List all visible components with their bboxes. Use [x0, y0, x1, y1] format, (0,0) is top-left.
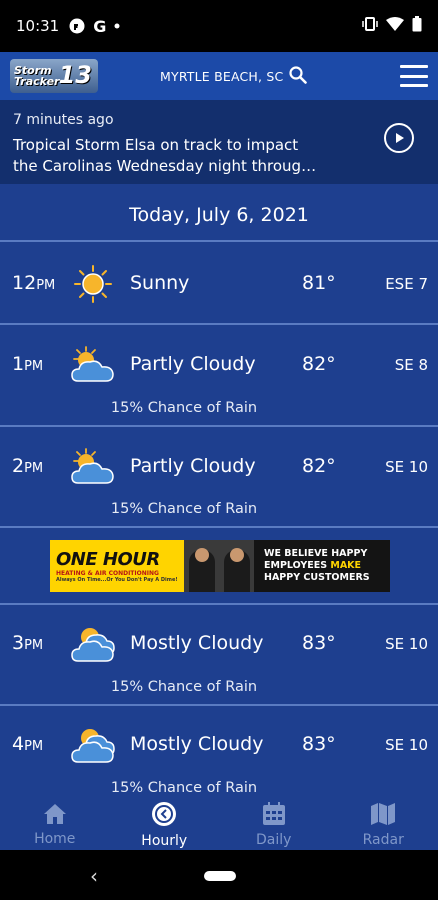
hourly-row[interactable]: 2PM Partly Cloudy 82° SE 10 15% Chance o… [0, 427, 438, 528]
hour-wind: ESE 7 [385, 275, 428, 293]
ad-message: WE BELIEVE HAPPY EMPLOYEES MAKE HAPPY CU… [254, 540, 390, 592]
partly-cloudy-icon [70, 447, 116, 487]
ad-line1: WE BELIEVE HAPPY [264, 548, 368, 559]
mostly-cloudy-icon [70, 724, 116, 764]
system-navigation-bar: ‹ [0, 850, 438, 900]
nav-hourly[interactable]: Hourly [110, 800, 220, 850]
nav-daily-label: Daily [256, 832, 292, 848]
back-chevron-icon[interactable]: ‹ [90, 864, 98, 888]
hour-condition: Partly Cloudy [130, 353, 256, 375]
hour-rain-chance: 15% Chance of Rain [110, 679, 258, 695]
calendar-icon [262, 802, 286, 830]
logo-text-tracker: Tracker [14, 75, 60, 88]
battery-icon [412, 16, 422, 36]
status-time: 10:31 [16, 17, 60, 35]
nav-hourly-label: Hourly [141, 833, 188, 849]
news-headline-line1: Tropical Storm Elsa on track to impact [13, 136, 299, 154]
nav-radar[interactable]: Radar [329, 800, 438, 850]
google-icon: G [93, 16, 107, 36]
hour-condition: Mostly Cloudy [130, 632, 264, 654]
hourly-row[interactable]: 1PM Partly Cloudy 82° SE 8 15% Chance of… [0, 325, 438, 427]
sunny-icon [70, 264, 116, 304]
ad-photo [184, 540, 254, 592]
storm-tracker-logo[interactable]: Storm Tracker 13 [10, 59, 98, 93]
nav-home[interactable]: Home [0, 800, 110, 850]
hour-wind: SE 10 [385, 736, 428, 754]
hourly-row[interactable]: 12PM Sunny 81° ESE 7 [0, 242, 438, 325]
map-icon [370, 802, 396, 830]
ad-person-image [188, 548, 215, 592]
clock-icon [151, 801, 177, 831]
ad-line3: HAPPY CUSTOMERS [264, 572, 370, 583]
ad-tagline: Always On Time...Or You Don't Pay A Dime… [56, 577, 178, 583]
facebook-messenger-icon [69, 18, 85, 34]
ad-brand: ONE HOUR [56, 549, 160, 570]
news-time-ago: 7 minutes ago [13, 112, 114, 128]
advertisement-banner[interactable]: ONE HOUR HEATING & AIR CONDITIONING Alwa… [50, 540, 390, 592]
hour-wind: SE 10 [385, 458, 428, 476]
hour-condition: Partly Cloudy [130, 455, 256, 477]
location-selector[interactable]: MYRTLE BEACH, SC [160, 65, 308, 87]
hour-wind: SE 10 [385, 635, 428, 653]
hour-rain-chance: 15% Chance of Rain [110, 400, 258, 416]
ad-person-image [223, 548, 250, 592]
hamburger-menu-icon[interactable] [400, 65, 428, 87]
nav-home-label: Home [34, 831, 76, 847]
hour-time: 4PM [12, 733, 44, 755]
hourly-row[interactable]: 3PM Mostly Cloudy 83° SE 10 15% Chance o… [0, 605, 438, 706]
partly-cloudy-icon [70, 345, 116, 385]
hour-time: 2PM [12, 455, 44, 477]
vibrate-icon [362, 17, 378, 35]
news-headline-line2: the Carolinas Wednesday night throug… [13, 157, 317, 175]
hour-temperature: 83° [302, 733, 336, 755]
dot-icon [114, 23, 120, 29]
hour-time: 12PM [12, 272, 56, 294]
date-heading-text: Today, July 6, 2021 [129, 204, 309, 226]
mostly-cloudy-icon [70, 623, 116, 663]
nav-radar-label: Radar [362, 832, 404, 848]
hour-temperature: 82° [302, 353, 336, 375]
status-bar: 10:31 G [0, 0, 438, 52]
logo-number: 13 [58, 61, 92, 89]
hour-rain-chance: 15% Chance of Rain [110, 501, 258, 517]
news-banner[interactable]: 7 minutes ago Tropical Storm Elsa on tra… [0, 100, 438, 184]
bottom-navigation: Home Hourly Daily Radar [0, 800, 438, 850]
app-bar: Storm Tracker 13 MYRTLE BEACH, SC [0, 52, 438, 100]
ad-brand-block: ONE HOUR HEATING & AIR CONDITIONING Alwa… [50, 540, 184, 592]
search-icon[interactable] [289, 65, 308, 87]
play-video-icon[interactable] [384, 123, 414, 153]
hour-temperature: 82° [302, 455, 336, 477]
hour-time: 1PM [12, 353, 44, 375]
home-icon [43, 803, 67, 829]
location-label: MYRTLE BEACH, SC [160, 68, 284, 84]
hourly-row[interactable]: 4PM Mostly Cloudy 83° SE 10 15% Chance o… [0, 706, 438, 806]
home-gesture-pill[interactable] [204, 871, 236, 881]
nav-daily[interactable]: Daily [219, 800, 329, 850]
hour-condition: Mostly Cloudy [130, 733, 264, 755]
ad-line2: EMPLOYEES MAKE [264, 560, 362, 571]
wifi-icon [386, 17, 404, 35]
hour-condition: Sunny [130, 272, 190, 294]
hour-time: 3PM [12, 632, 44, 654]
hour-temperature: 81° [302, 272, 336, 294]
hour-wind: SE 8 [394, 356, 428, 374]
hour-temperature: 83° [302, 632, 336, 654]
ad-brand-sub: HEATING & AIR CONDITIONING [56, 570, 159, 577]
hour-rain-chance: 15% Chance of Rain [110, 780, 258, 796]
date-heading: Today, July 6, 2021 [0, 190, 438, 242]
news-headline: Tropical Storm Elsa on track to impact t… [13, 135, 378, 177]
